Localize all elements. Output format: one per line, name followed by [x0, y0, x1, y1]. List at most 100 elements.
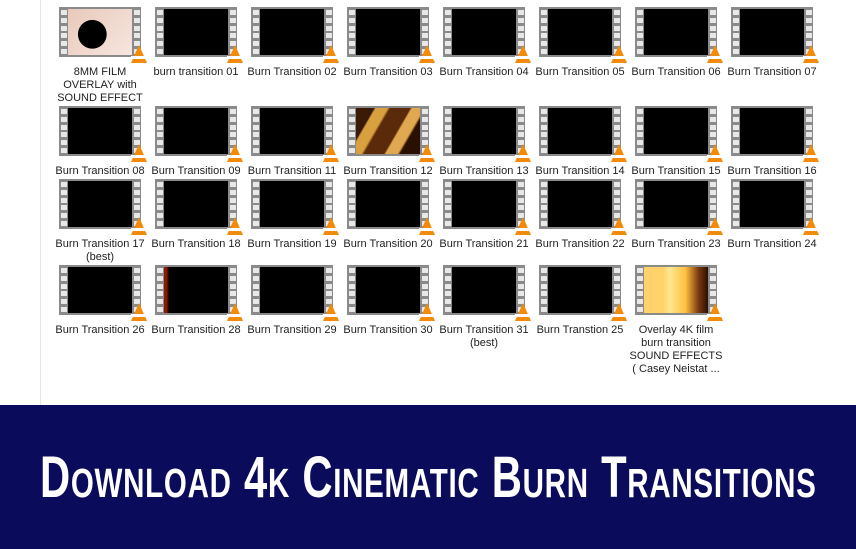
video-thumbnail [59, 179, 147, 235]
file-item[interactable]: Overlay 4K film burn transition SOUND EF… [628, 265, 724, 377]
film-strip [347, 265, 356, 315]
file-name: burn transition 01 [153, 66, 239, 78]
video-thumbnail [347, 265, 435, 321]
file-item[interactable]: Burn Transition 21 [436, 179, 532, 252]
file-name: Burn Transition 09 [151, 165, 241, 177]
vlc-cone-icon [131, 303, 147, 321]
file-name: Burn Transition 20 [343, 238, 433, 250]
video-thumbnail [731, 179, 819, 235]
file-name: Burn Transition 04 [439, 66, 529, 78]
vlc-cone-icon [323, 45, 339, 63]
vlc-cone-icon [227, 303, 243, 321]
thumbnail-frame [356, 9, 420, 55]
file-item[interactable]: Burn Transition 20 [340, 179, 436, 252]
video-thumbnail [251, 106, 339, 162]
video-thumbnail [347, 179, 435, 235]
file-item[interactable]: Burn Transition 24 [724, 179, 820, 252]
file-item[interactable]: Burn Transition 19 [244, 179, 340, 252]
pane-divider [40, 0, 41, 405]
file-item[interactable]: Burn Transition 29 [244, 265, 340, 338]
film-strip [59, 106, 68, 156]
vlc-cone-icon [227, 217, 243, 235]
film-strip [635, 179, 644, 229]
vlc-cone-icon [419, 217, 435, 235]
video-thumbnail [251, 265, 339, 321]
file-item[interactable]: Burn Transition 13 [436, 106, 532, 179]
vlc-cone-icon [131, 217, 147, 235]
video-thumbnail [443, 265, 531, 321]
file-item[interactable]: 8MM FILM OVERLAY with SOUND EFFECT [52, 7, 148, 106]
thumbnail-frame [644, 267, 708, 313]
file-name: Burn Transition 05 [535, 66, 625, 78]
file-item[interactable]: Burn Transition 31 (best) [436, 265, 532, 351]
film-strip [59, 265, 68, 315]
file-name: Burn Transition 17 (best) [55, 238, 145, 263]
file-item[interactable]: Burn Transition 07 [724, 7, 820, 80]
vlc-cone-icon [707, 45, 723, 63]
video-thumbnail [443, 106, 531, 162]
vlc-cone-icon [515, 303, 531, 321]
file-name: Burn Transition 02 [247, 66, 337, 78]
file-name: Burn Transition 30 [343, 324, 433, 336]
file-item[interactable]: Burn Transition 18 [148, 179, 244, 252]
video-thumbnail [539, 106, 627, 162]
file-item[interactable]: Burn Transition 30 [340, 265, 436, 338]
file-item[interactable]: Burn Transition 04 [436, 7, 532, 80]
file-item[interactable]: Burn Transition 22 [532, 179, 628, 252]
file-item[interactable]: Burn Transition 05 [532, 7, 628, 80]
thumbnail-frame [740, 181, 804, 227]
file-item[interactable]: Burn Transition 09 [148, 106, 244, 179]
video-thumbnail [155, 179, 243, 235]
thumbnail-frame [164, 267, 228, 313]
file-item[interactable]: Burn Transition 23 [628, 179, 724, 252]
vlc-cone-icon [131, 144, 147, 162]
file-item[interactable]: Burn Transition 12 [340, 106, 436, 179]
file-item[interactable]: Burn Transition 08 [52, 106, 148, 179]
thumbnail-frame [164, 181, 228, 227]
video-thumbnail [635, 7, 723, 63]
vlc-cone-icon [323, 303, 339, 321]
thumbnail-frame [68, 267, 132, 313]
vlc-cone-icon [611, 217, 627, 235]
thumbnail-frame [356, 108, 420, 154]
thumbnail-frame [548, 267, 612, 313]
file-item[interactable]: Burn Transition 14 [532, 106, 628, 179]
file-item[interactable]: Burn Transition 06 [628, 7, 724, 80]
video-thumbnail [539, 179, 627, 235]
film-strip [251, 179, 260, 229]
video-thumbnail [155, 265, 243, 321]
film-strip [347, 7, 356, 57]
video-thumbnail [59, 106, 147, 162]
file-item[interactable]: Burn Transition 16 [724, 106, 820, 179]
thumbnail-frame [644, 181, 708, 227]
vlc-cone-icon [227, 144, 243, 162]
vlc-cone-icon [803, 45, 819, 63]
file-item[interactable]: Burn Transition 11 [244, 106, 340, 179]
video-thumbnail [251, 7, 339, 63]
thumbnail-frame [452, 267, 516, 313]
vlc-cone-icon [611, 45, 627, 63]
file-item[interactable]: Burn Transition 17 (best) [52, 179, 148, 265]
video-thumbnail [251, 179, 339, 235]
file-item[interactable]: Burn Transition 28 [148, 265, 244, 338]
thumbnail-frame [260, 108, 324, 154]
thumbnail-frame [452, 108, 516, 154]
thumbnail-frame [260, 181, 324, 227]
file-item[interactable]: Burn Transition 02 [244, 7, 340, 80]
vlc-cone-icon [803, 144, 819, 162]
thumbnail-frame [356, 181, 420, 227]
file-item[interactable]: Burn Transtion 25 [532, 265, 628, 338]
thumbnail-frame [548, 108, 612, 154]
file-item[interactable]: Burn Transition 26 [52, 265, 148, 338]
film-strip [731, 7, 740, 57]
title-banner: Download 4k Cinematic Burn Transitions [0, 405, 856, 549]
banner-title: Download 4k Cinematic Burn Transitions [39, 444, 817, 510]
vlc-cone-icon [611, 144, 627, 162]
file-name: Burn Transition 29 [247, 324, 337, 336]
file-item[interactable]: burn transition 01 [148, 7, 244, 80]
film-strip [539, 179, 548, 229]
thumbnail-frame [548, 9, 612, 55]
file-item[interactable]: Burn Transition 15 [628, 106, 724, 179]
file-item[interactable]: Burn Transition 03 [340, 7, 436, 80]
file-name: Burn Transition 11 [247, 165, 337, 177]
